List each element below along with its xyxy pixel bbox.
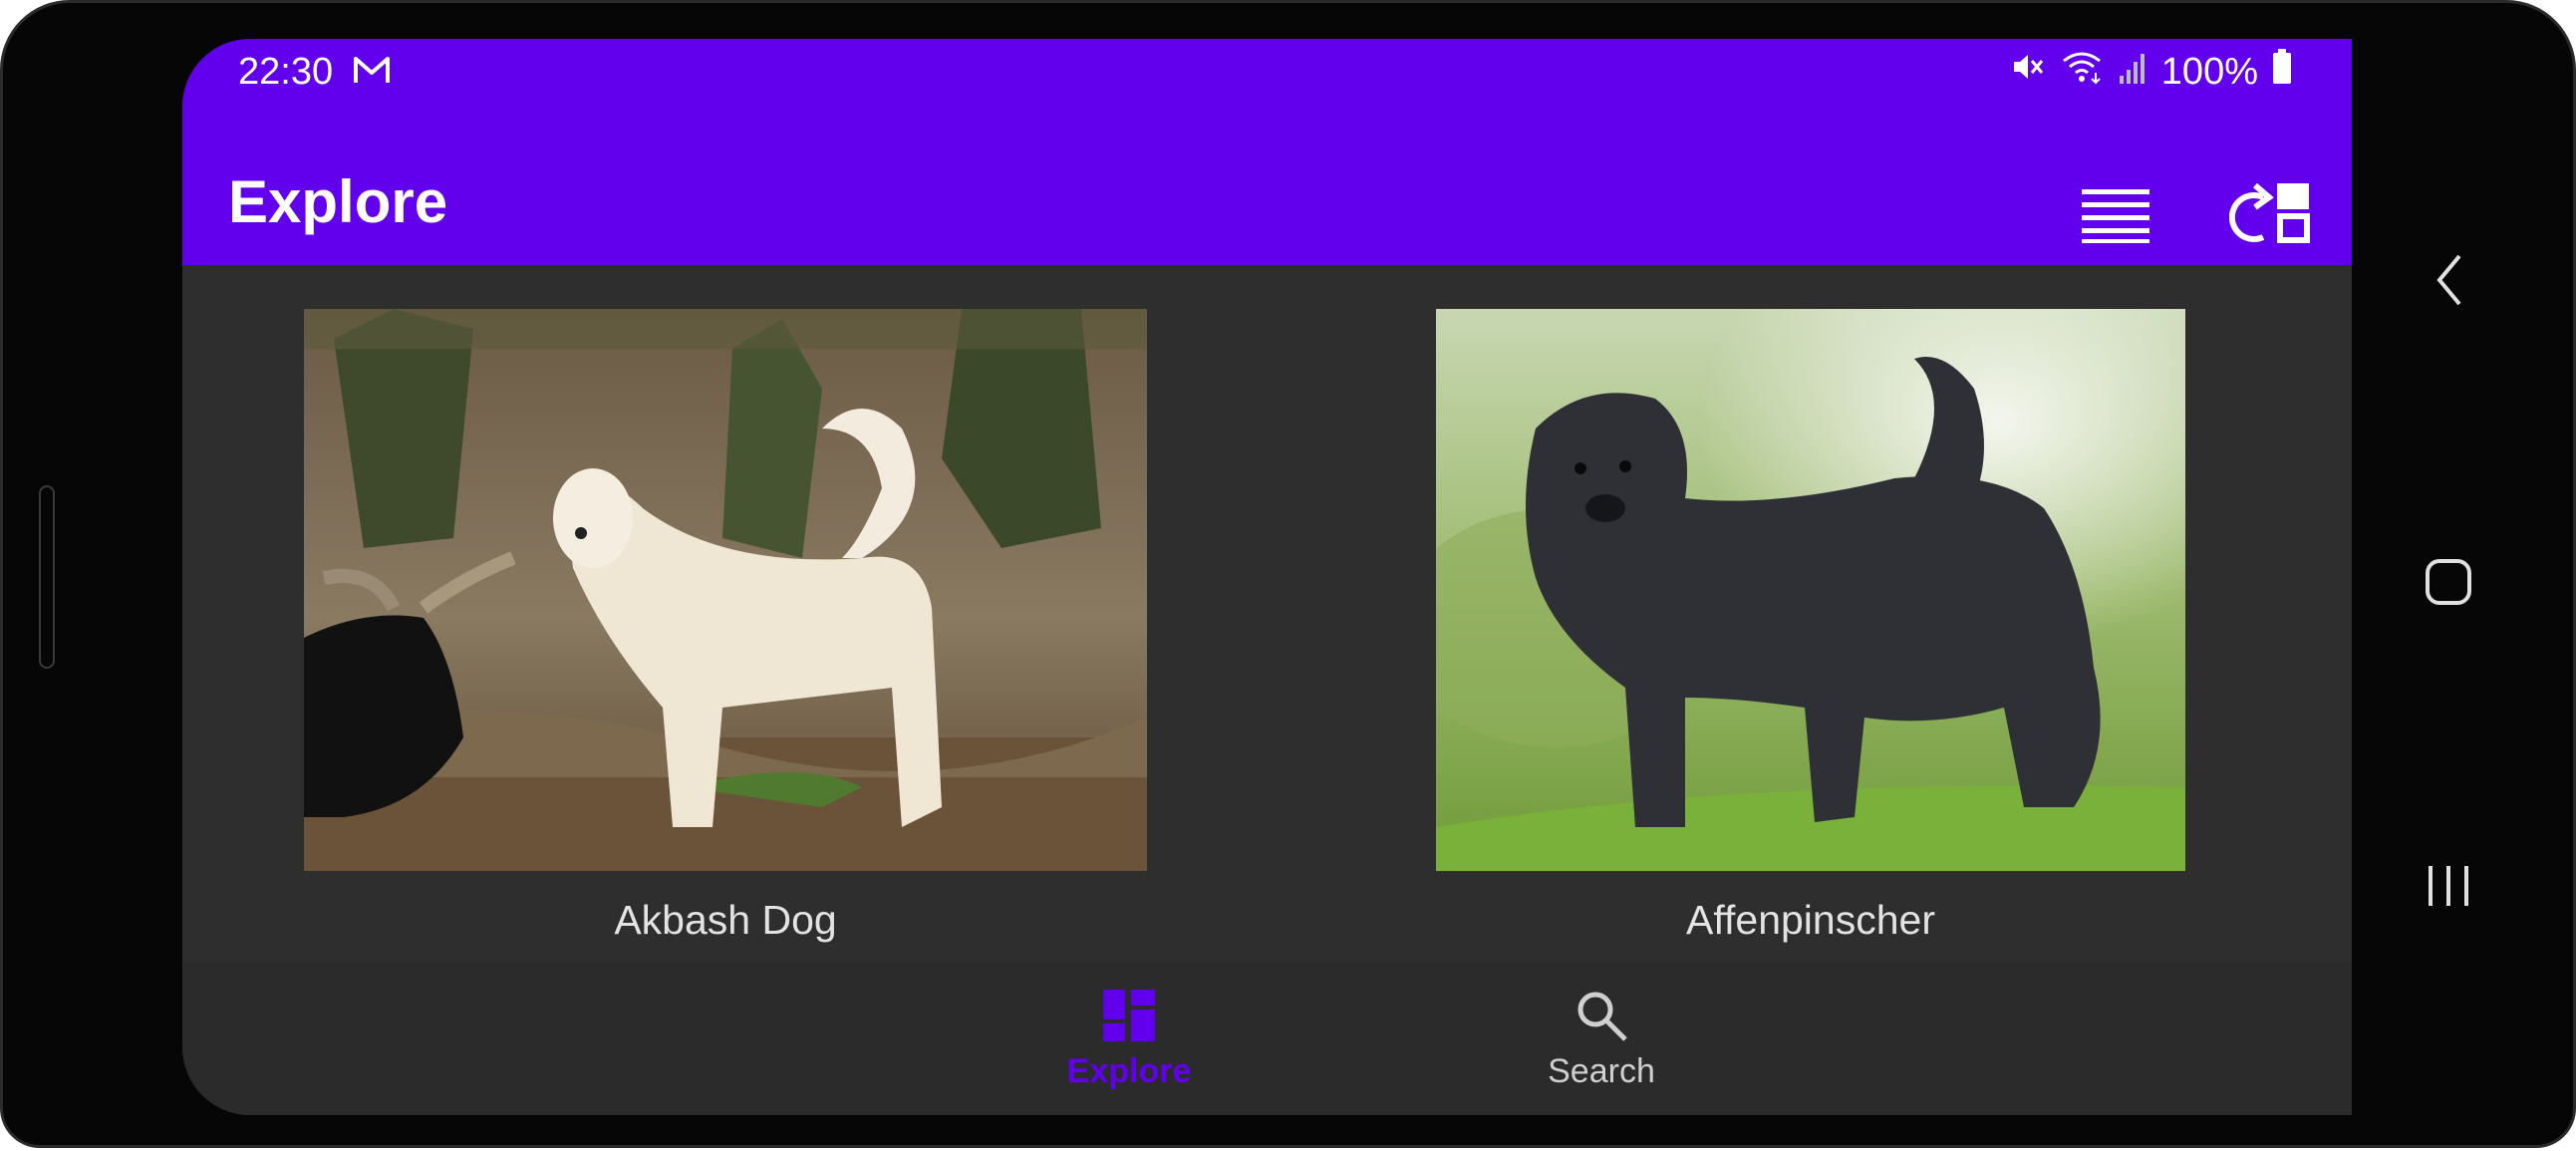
back-icon[interactable] — [2433, 252, 2465, 313]
home-icon[interactable] — [2424, 557, 2473, 612]
breed-card[interactable]: Affenpinscher — [1436, 309, 2185, 943]
breed-grid: Akbash Dog Affenpinscher — [182, 265, 2352, 998]
grid-icon — [1101, 990, 1157, 1047]
device-frame: 22:30 100% Explore Akbash Dog Affenpinsc… — [0, 0, 2576, 1148]
nav-label-search: Search — [1548, 1052, 1655, 1090]
breed-name: Affenpinscher — [1686, 897, 1935, 943]
nav-item-explore[interactable]: Explore — [1019, 988, 1239, 1091]
status-bar: 22:30 100% — [182, 39, 2352, 145]
app-bar: Explore — [182, 145, 2352, 265]
black-dog-photo — [1436, 309, 2185, 871]
wifi-icon — [2060, 49, 2104, 95]
switch-layout-icon[interactable] — [2228, 181, 2313, 250]
gmail-icon — [352, 53, 392, 92]
battery-level: 100% — [2160, 50, 2258, 93]
nav-label-explore: Explore — [1066, 1052, 1192, 1090]
white-dog-photo — [304, 309, 1147, 871]
system-navigation — [2346, 3, 2573, 1151]
nav-item-search[interactable]: Search — [1492, 988, 1711, 1091]
mute-icon — [2010, 49, 2046, 95]
breed-card[interactable]: Akbash Dog — [304, 309, 1147, 943]
signal-icon — [2118, 51, 2147, 94]
status-icons: 100% — [2010, 49, 2292, 95]
status-time: 22:30 — [238, 51, 334, 93]
breed-name: Akbash Dog — [614, 897, 837, 943]
battery-icon — [2272, 49, 2292, 95]
bottom-navigation: Explore Search — [182, 962, 2352, 1115]
list-view-icon[interactable] — [2080, 187, 2151, 248]
side-button — [39, 485, 55, 669]
page-title: Explore — [228, 168, 448, 235]
search-icon — [1574, 992, 1629, 1047]
app-screen: 22:30 100% Explore Akbash Dog Affenpinsc… — [182, 39, 2352, 1115]
recents-icon[interactable] — [2424, 862, 2473, 913]
